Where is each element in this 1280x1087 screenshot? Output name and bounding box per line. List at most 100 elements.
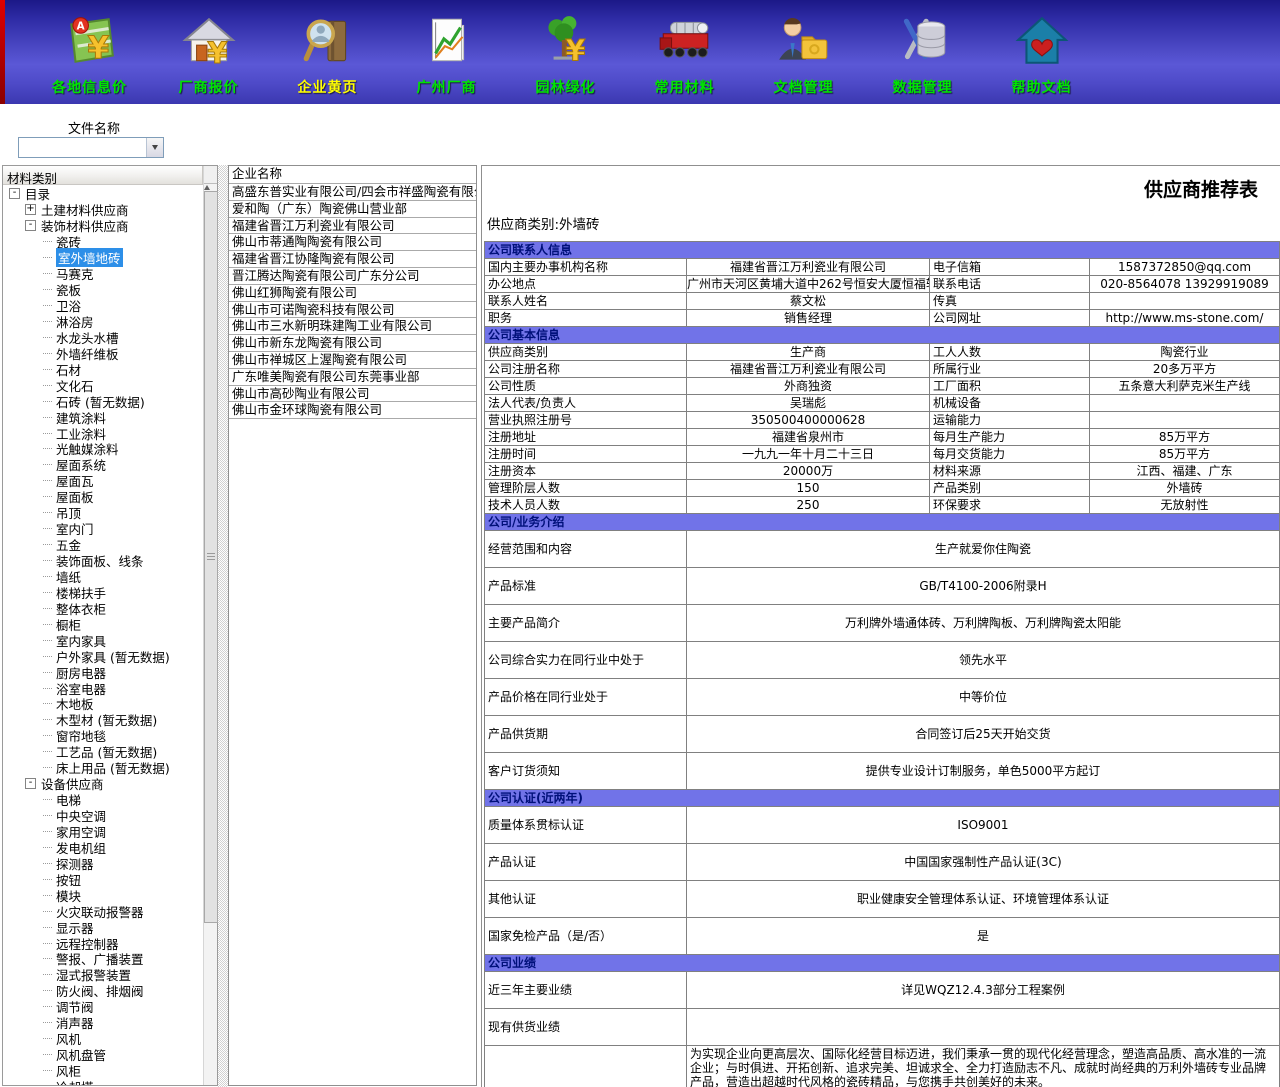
landscaping-icon: ¥ [537, 5, 595, 77]
tree-expand-toggle[interactable]: - [25, 220, 36, 231]
tree-connector-line [43, 544, 52, 545]
scrollbar-thumb[interactable] [204, 191, 218, 923]
tree-item[interactable]: 探测器 [3, 855, 203, 871]
tree-item[interactable]: 屋面瓦 [3, 473, 203, 489]
tree-panel-header[interactable]: 材料类别 [3, 166, 203, 185]
tree-item[interactable]: 按钮 [3, 871, 203, 887]
company-list-item[interactable]: 福建省晋江万利瓷业有限公司 [229, 218, 476, 235]
section-header-basic-info: 公司基本信息 [485, 327, 1280, 344]
page-title: 供应商推荐表 [1144, 175, 1258, 202]
field-label: 每月交货能力 [930, 446, 1090, 463]
field-label: 公司网址 [930, 310, 1090, 327]
tree-item[interactable]: 冷却塔 [3, 1079, 203, 1086]
tree-item[interactable]: 吊顶 [3, 505, 203, 521]
field-label: 每月生产能力 [930, 429, 1090, 446]
data-management-icon [894, 5, 952, 77]
field-value: 85万平方 [1090, 446, 1280, 463]
tree-connector-line [43, 528, 52, 529]
field-value: 20000万 [687, 463, 930, 480]
tree-item[interactable]: 调节阀 [3, 999, 203, 1015]
tree-connector-line [43, 958, 52, 959]
table-row: 技术人员人数 250 环保要求 无放射性 [485, 497, 1280, 514]
company-list-header[interactable]: 企业名称 [229, 166, 476, 184]
toolbar-item-label: 数据管理 [893, 77, 953, 97]
tree-item[interactable]: 消声器 [3, 1015, 203, 1031]
company-list-item[interactable]: 佛山市可诺陶瓷科技有限公司 [229, 302, 476, 319]
company-list-item[interactable]: 佛山市蒂通陶陶瓷有限公司 [229, 234, 476, 251]
tree-expand-toggle[interactable]: - [25, 778, 36, 789]
table-row: 主要产品简介 万利牌外墙通体砖、万利牌陶板、万利牌陶瓷太阳能 [485, 605, 1280, 642]
field-value: 生产就爱你住陶瓷 [687, 531, 1280, 568]
toolbar-item-guangzhou-vendors[interactable]: 广州厂商 [387, 0, 506, 104]
tree-item[interactable]: 屋面系统 [3, 457, 203, 473]
toolbar-item-data-management[interactable]: 数据管理 [863, 0, 982, 104]
toolbar-item-common-materials[interactable]: 常用材料 [625, 0, 744, 104]
toolbar-item-yellow-pages[interactable]: 企业黄页 [268, 0, 387, 104]
toolbar-item-help-docs[interactable]: 帮助文档 [982, 0, 1101, 104]
svg-text:¥: ¥ [87, 31, 109, 67]
tree-connector-line [43, 385, 52, 386]
tree-connector-line [43, 496, 52, 497]
company-list-item[interactable]: 福建省晋江协隆陶瓷有限公司 [229, 251, 476, 268]
tree-item[interactable]: 卫浴 [3, 298, 203, 314]
table-row: 质量体系贯标认证 ISO9001 [485, 807, 1280, 844]
section-header-business-intro: 公司/业务介绍 [485, 514, 1280, 531]
toolbar-item-local-prices[interactable]: A ¥ 各地信息价 [30, 0, 149, 104]
tree-item[interactable]: 室外墙地砖 [3, 250, 203, 266]
tree-expand-toggle[interactable]: - [9, 188, 20, 199]
table-row: 公司综合实力在同行业中处于 领先水平 [485, 642, 1280, 679]
company-list-item[interactable]: 佛山红狮陶瓷有限公司 [229, 285, 476, 302]
toolbar-item-vendor-quotes[interactable]: ¥ 厂商报价 [149, 0, 268, 104]
company-list-item[interactable]: 爱和陶（广东）陶瓷佛山营业部 [229, 201, 476, 218]
toolbar-item-label: 文档管理 [774, 77, 834, 97]
tree-item[interactable]: 瓷板 [3, 282, 203, 298]
tree-item[interactable]: 风机盘管 [3, 1047, 203, 1063]
scrollbar-up-button[interactable] [204, 166, 217, 184]
field-label: 联系人姓名 [485, 293, 687, 310]
yellow-pages-icon [299, 5, 357, 77]
tree-item[interactable]: 发电机组 [3, 839, 203, 855]
company-list-item[interactable]: 晋江腾达陶瓷有限公司广东分公司 [229, 268, 476, 285]
company-list-item[interactable]: 佛山市新东龙陶瓷有限公司 [229, 335, 476, 352]
tree-item[interactable]: 整体衣柜 [3, 600, 203, 616]
company-list-item[interactable]: 佛山市金环球陶瓷有限公司 [229, 402, 476, 419]
basic-info-rows: 供应商类别 生产商 工人人数 陶瓷行业 公司注册名称 福建省晋江万利瓷业有限公司… [485, 344, 1280, 514]
tree-item[interactable]: 石材 [3, 361, 203, 377]
tree-item[interactable]: 装饰面板、线条 [3, 553, 203, 569]
table-row: 公司性质 外商独资 工厂面积 五条意大利萨克米生产线 [485, 378, 1280, 395]
field-label: 产品价格在同行业处于 [485, 679, 687, 716]
company-list-item[interactable]: 佛山市三水新明珠建陶工业有限公司 [229, 318, 476, 335]
company-list-item[interactable]: 广东唯美陶瓷有限公司东莞事业部 [229, 369, 476, 386]
toolbar-item-document-management[interactable]: 文档管理 [744, 0, 863, 104]
tree-scrollbar[interactable] [203, 166, 217, 1085]
tree-item[interactable]: 风柜 [3, 1063, 203, 1079]
field-value: 领先水平 [687, 642, 1280, 679]
tree-connector-line [43, 241, 52, 242]
tree-item[interactable]: 室内门 [3, 521, 203, 537]
tree-item[interactable]: 屋面板 [3, 489, 203, 505]
toolbar-item-label: 企业黄页 [298, 77, 358, 97]
tree-item[interactable]: 外墙纤维板 [3, 345, 203, 361]
vendor-quotes-icon: ¥ [180, 5, 238, 77]
company-list-item[interactable]: 佛山市高砂陶业有限公司 [229, 386, 476, 403]
file-name-value[interactable] [19, 138, 146, 157]
toolbar-item-landscaping[interactable]: ¥ 园林绿化 [506, 0, 625, 104]
company-list-item[interactable]: 高盛东普实业有限公司/四会市祥盛陶瓷有限公 [229, 184, 476, 201]
tree-item[interactable]: 马赛克 [3, 266, 203, 282]
company-list-item[interactable]: 佛山市禅城区上渥陶瓷有限公司 [229, 352, 476, 369]
tree-item[interactable]: - 设备供应商 [3, 776, 203, 792]
toolbar-item-label: 厂商报价 [179, 77, 239, 97]
table-row: 经营范围和内容 生产就爱你住陶瓷 [485, 531, 1280, 568]
file-name-combobox[interactable] [18, 137, 164, 158]
tree-item[interactable]: - 装饰材料供应商 [3, 218, 203, 234]
tree-expand-toggle[interactable]: + [25, 204, 36, 215]
svg-text:¥: ¥ [207, 36, 227, 70]
main-toolbar: A ¥ 各地信息价 ¥ 厂商报价 [0, 0, 1280, 104]
tree-item[interactable]: 火灾联动报警器 [3, 903, 203, 919]
tree-item[interactable]: 浴室电器 [3, 680, 203, 696]
panel-splitter[interactable] [218, 165, 228, 1087]
tree-item[interactable]: 防火阀、排烟阀 [3, 983, 203, 999]
tree-connector-line [43, 719, 52, 720]
tree-connector-line [43, 974, 52, 975]
combobox-dropdown-button[interactable] [146, 138, 163, 157]
